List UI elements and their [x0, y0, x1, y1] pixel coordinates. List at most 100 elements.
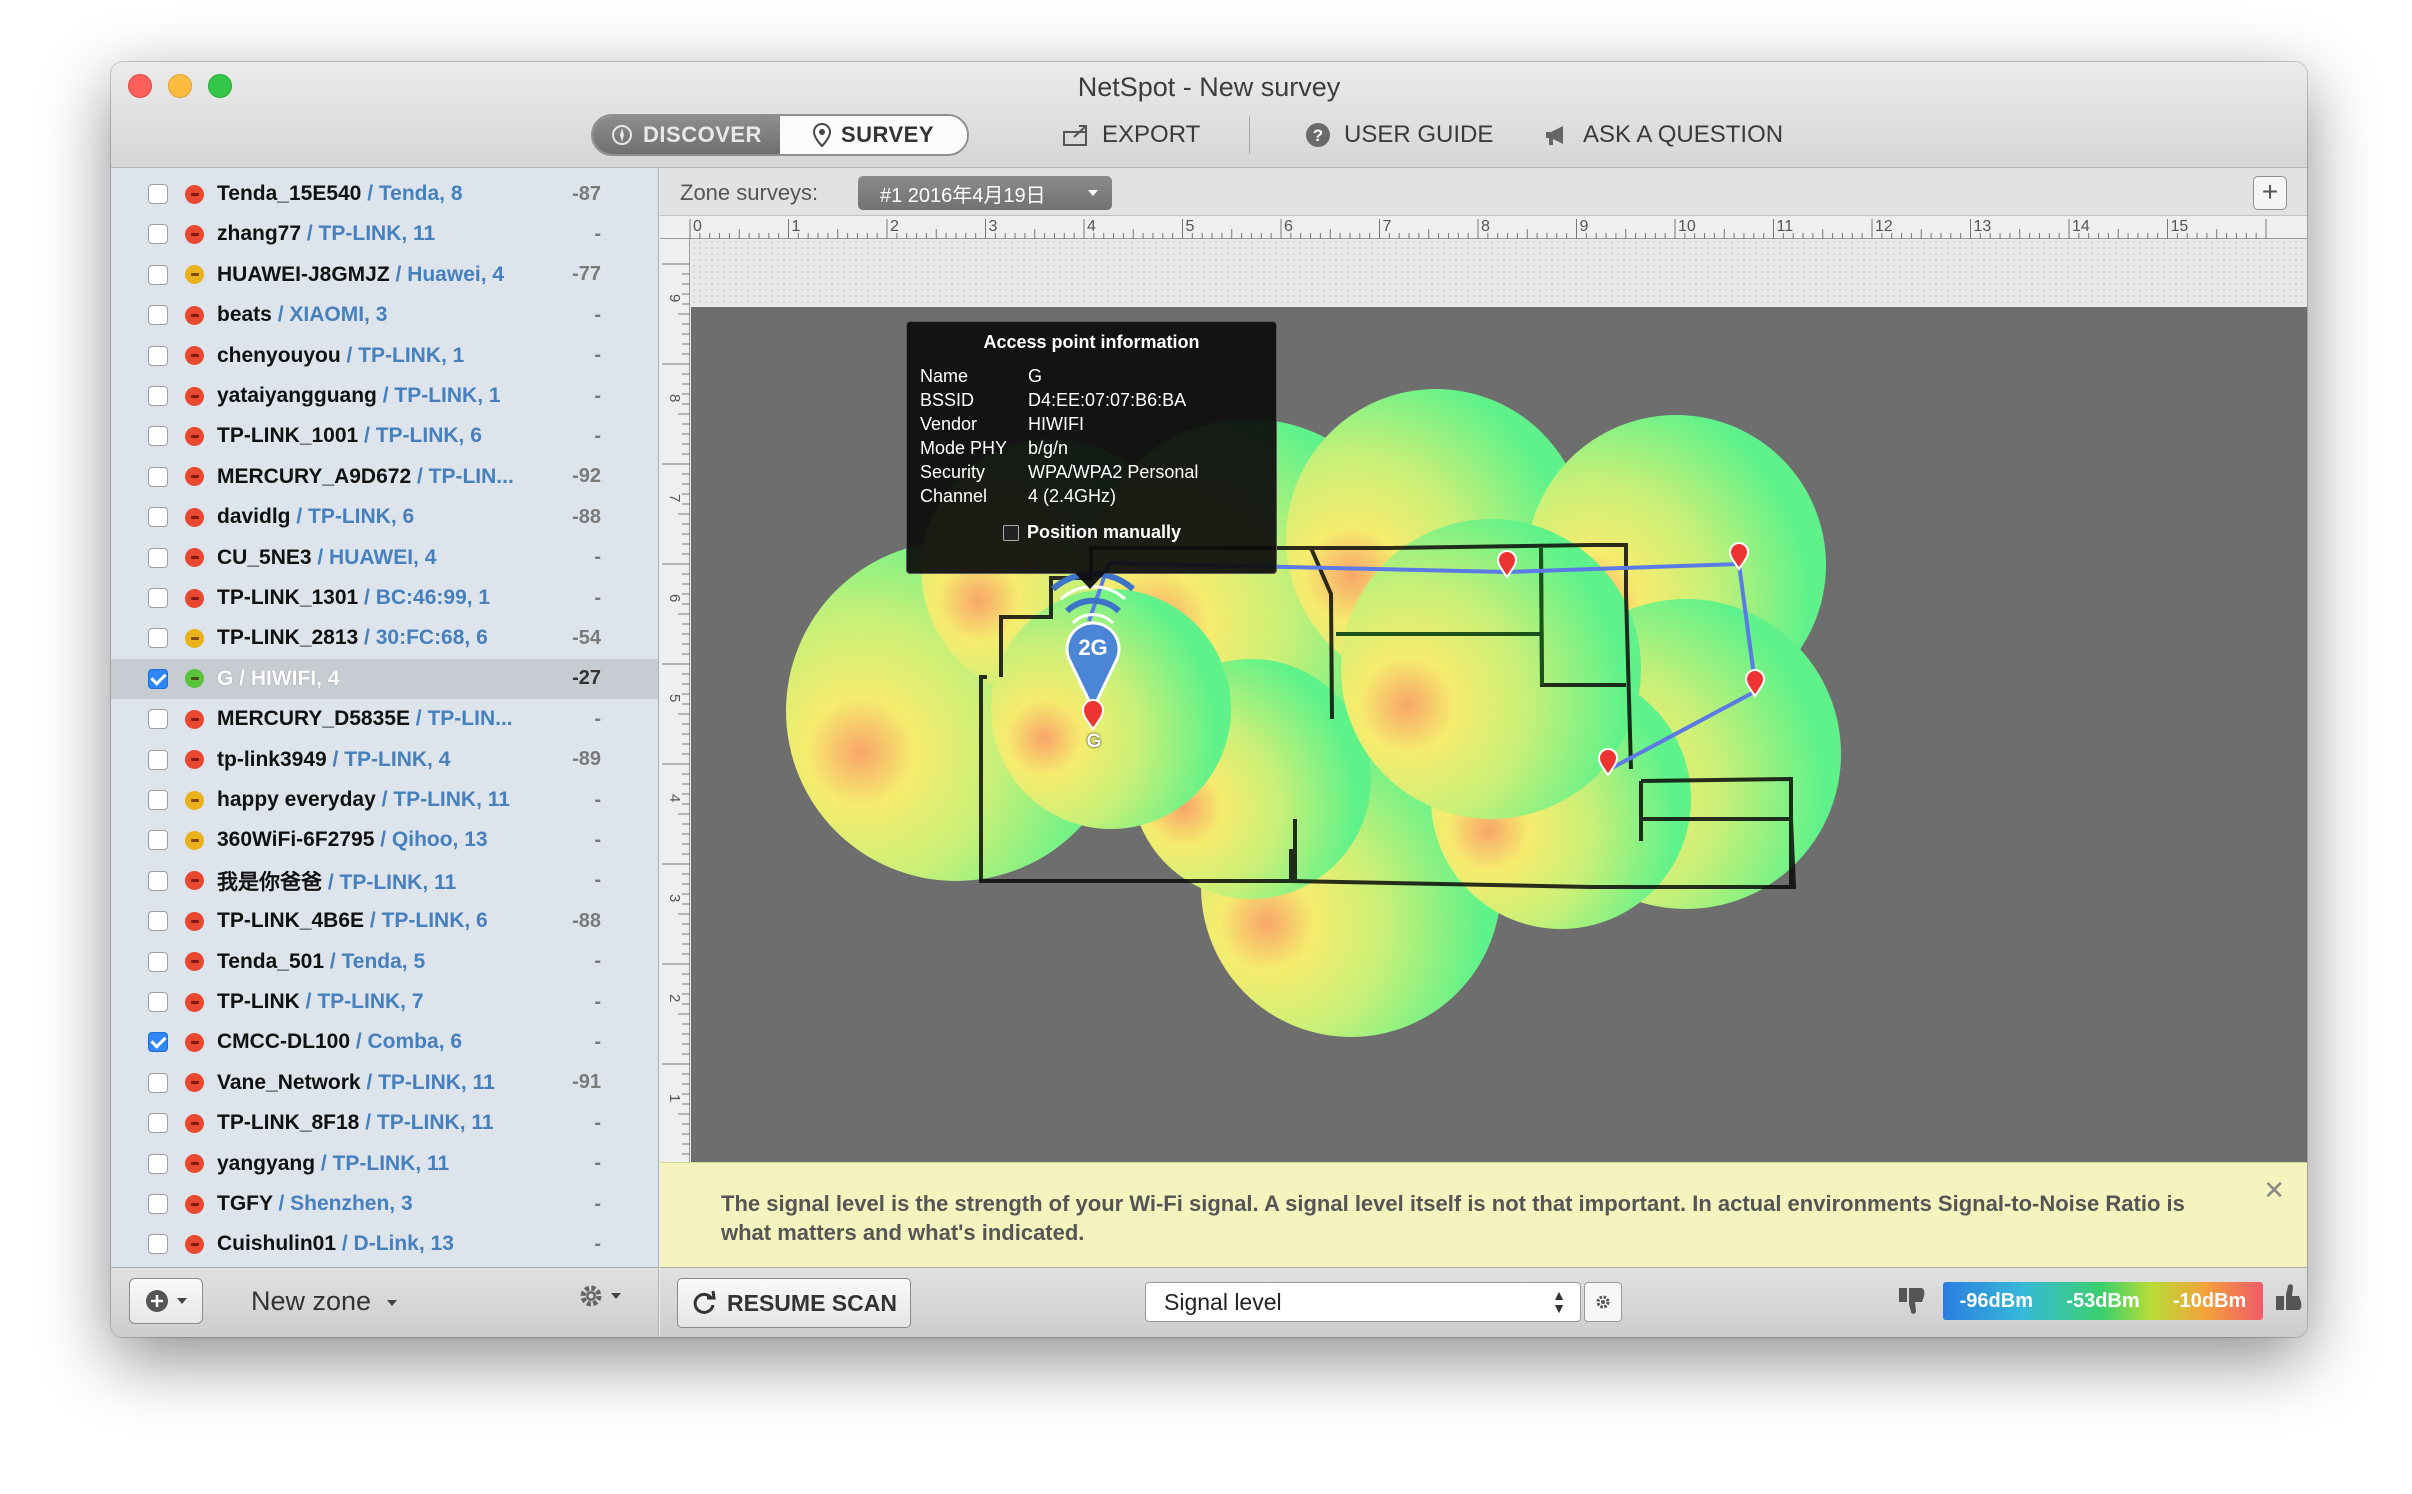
network-row[interactable]: MERCURY_D5835E / TP-LIN... -: [111, 699, 658, 739]
network-row[interactable]: yangyang / TP-LINK, 11 -: [111, 1144, 658, 1184]
network-checkbox[interactable]: [148, 992, 168, 1012]
network-vendor: / TP-LINK, 11: [315, 1151, 450, 1175]
network-signal: -92: [572, 465, 601, 488]
export-button[interactable]: EXPORT: [1062, 118, 1200, 152]
network-row[interactable]: yataiyangguang / TP-LINK, 1 -: [111, 376, 658, 416]
network-row[interactable]: beats / XIAOMI, 3 -: [111, 295, 658, 335]
network-vendor: / Shenzhen, 3: [272, 1192, 413, 1215]
survey-tab[interactable]: SURVEY: [780, 116, 967, 154]
network-row[interactable]: TP-LINK_8F18 / TP-LINK, 11 -: [111, 1103, 658, 1143]
network-vendor: / XIAOMI, 3: [271, 303, 388, 327]
legend-mid: -53dBm: [2066, 1289, 2140, 1312]
access-point-band-label: 2G: [1078, 635, 1108, 660]
ask-question-button[interactable]: ASK A QUESTION: [1543, 118, 1783, 152]
network-checkbox[interactable]: [148, 790, 168, 810]
network-checkbox[interactable]: [148, 1032, 168, 1053]
network-name: 360WiFi-6F2795 / Qihoo, 13: [217, 828, 488, 852]
network-row[interactable]: G / HIWIFI, 4 -27: [111, 658, 658, 699]
security-lock-icon: [185, 346, 204, 366]
settings-menu-button[interactable]: [577, 1282, 621, 1310]
network-vendor: / Qihoo, 13: [374, 828, 488, 852]
network-row[interactable]: Tenda_501 / Tenda, 5 -: [111, 942, 658, 982]
zone-surveys-bar: Zone surveys: #1 2016年4月19日 +: [660, 168, 2307, 216]
network-checkbox[interactable]: [148, 345, 168, 366]
add-menu-button[interactable]: [129, 1278, 203, 1324]
chevron-down-icon: [177, 1298, 187, 1304]
access-point-info-popover: Access point information Name G BSSID D4:EE…: [906, 321, 1277, 589]
visualization-settings-button[interactable]: [1584, 1282, 1622, 1322]
network-checkbox[interactable]: [148, 709, 168, 730]
network-row[interactable]: happy everyday / TP-LINK, 11 -: [111, 780, 658, 820]
network-checkbox[interactable]: [148, 870, 168, 891]
network-row[interactable]: TP-LINK / TP-LINK, 7 -: [111, 982, 658, 1022]
network-checkbox[interactable]: [148, 749, 168, 770]
security-lock-icon: [185, 1113, 204, 1133]
network-signal: -89: [572, 748, 601, 771]
network-row[interactable]: TGFY / Shenzhen, 3 -: [111, 1184, 658, 1224]
ap-info-key: Name: [920, 366, 969, 386]
add-zone-survey-button[interactable]: +: [2253, 176, 2287, 210]
network-checkbox[interactable]: [148, 426, 168, 447]
network-row[interactable]: 我是你爸爸 / TP-LINK, 11 -: [111, 861, 658, 901]
close-icon[interactable]: ✕: [2263, 1175, 2285, 1206]
network-row[interactable]: davidlg / TP-LINK, 6 -88: [111, 497, 658, 537]
network-checkbox[interactable]: [148, 951, 168, 972]
network-checkbox[interactable]: [148, 911, 168, 932]
ask-question-label: ASK A QUESTION: [1583, 121, 1784, 148]
network-checkbox[interactable]: [148, 1194, 168, 1214]
network-row[interactable]: MERCURY_A9D672 / TP-LIN... -92: [111, 457, 658, 497]
discover-tab[interactable]: DISCOVER: [593, 116, 780, 154]
network-row[interactable]: TP-LINK_4B6E / TP-LINK, 6 -88: [111, 901, 658, 941]
network-name: zhang77 / TP-LINK, 11: [217, 222, 436, 246]
network-checkbox[interactable]: [148, 224, 168, 245]
network-vendor: / Comba, 6: [350, 1030, 463, 1054]
network-row[interactable]: Tenda_15E540 / Tenda, 8 -87: [111, 174, 658, 214]
network-checkbox[interactable]: [148, 264, 168, 285]
network-row[interactable]: zhang77 / TP-LINK, 11 -: [111, 214, 658, 254]
network-checkbox[interactable]: [148, 588, 168, 608]
network-checkbox[interactable]: [148, 628, 168, 649]
network-checkbox[interactable]: [148, 1113, 168, 1134]
ap-info-row: BSSID D4:EE:07:07:B6:BA: [920, 390, 1186, 414]
network-checkbox[interactable]: [148, 466, 168, 487]
network-row[interactable]: 360WiFi-6F2795 / Qihoo, 13 -: [111, 820, 658, 860]
network-row[interactable]: TP-LINK_1301 / BC:46:99, 1 -: [111, 578, 658, 618]
security-lock-icon: [185, 911, 204, 931]
network-checkbox[interactable]: [148, 668, 168, 689]
security-lock-icon: [185, 224, 204, 244]
network-row[interactable]: TP-LINK_2813 / 30:FC:68, 6 -54: [111, 618, 658, 658]
network-checkbox[interactable]: [148, 1234, 168, 1255]
network-row[interactable]: CU_5NE3 / HUAWEI, 4 -: [111, 538, 658, 578]
network-row[interactable]: tp-link3949 / TP-LINK, 4 -89: [111, 740, 658, 780]
network-signal: -: [594, 1152, 601, 1175]
network-row[interactable]: Cuishulin01 / D-Link, 13 -: [111, 1224, 658, 1264]
ruler-tick-label: 1: [792, 218, 801, 235]
network-row[interactable]: chenyouyou / TP-LINK, 1 -: [111, 336, 658, 376]
user-guide-button[interactable]: ? USER GUIDE: [1304, 118, 1493, 152]
network-row[interactable]: CMCC-DL100 / Comba, 6 -: [111, 1022, 658, 1062]
network-checkbox[interactable]: [148, 507, 168, 528]
network-checkbox[interactable]: [148, 830, 168, 851]
network-checkbox[interactable]: [148, 1153, 168, 1174]
network-signal: -88: [572, 505, 601, 528]
network-row[interactable]: Vane_Network / TP-LINK, 11 -91: [111, 1063, 658, 1103]
network-row[interactable]: HUAWEI-J8GMJZ / Huawei, 4 -77: [111, 255, 658, 295]
horizontal-ruler: 0 1 2 3 4 5 6 7 8 9 10 11 12 13 14 15: [660, 217, 2307, 239]
network-vendor: / TP-LINK, 6: [364, 909, 488, 933]
network-checkbox[interactable]: [148, 1072, 168, 1093]
zone-survey-dropdown[interactable]: #1 2016年4月19日: [858, 176, 1112, 210]
network-checkbox[interactable]: [148, 305, 168, 326]
network-name: TP-LINK_8F18 / TP-LINK, 11: [217, 1111, 494, 1135]
new-zone-button[interactable]: New zone: [251, 1286, 397, 1317]
network-name: Tenda_501 / Tenda, 5: [217, 949, 426, 973]
checkbox-icon: [1003, 524, 1019, 541]
network-checkbox[interactable]: [148, 386, 168, 406]
network-row[interactable]: TP-LINK_1001 / TP-LINK, 6 -: [111, 416, 658, 456]
export-label: EXPORT: [1102, 121, 1201, 148]
visualization-dropdown[interactable]: Signal level ▲ ▼: [1145, 1282, 1581, 1322]
network-checkbox[interactable]: [148, 184, 168, 204]
resume-scan-button[interactable]: RESUME SCAN: [677, 1278, 911, 1328]
position-manually-checkbox[interactable]: Position manually: [1003, 522, 1181, 543]
network-checkbox[interactable]: [148, 547, 168, 568]
ap-info-row: Security WPA/WPA2 Personal: [920, 462, 1198, 486]
